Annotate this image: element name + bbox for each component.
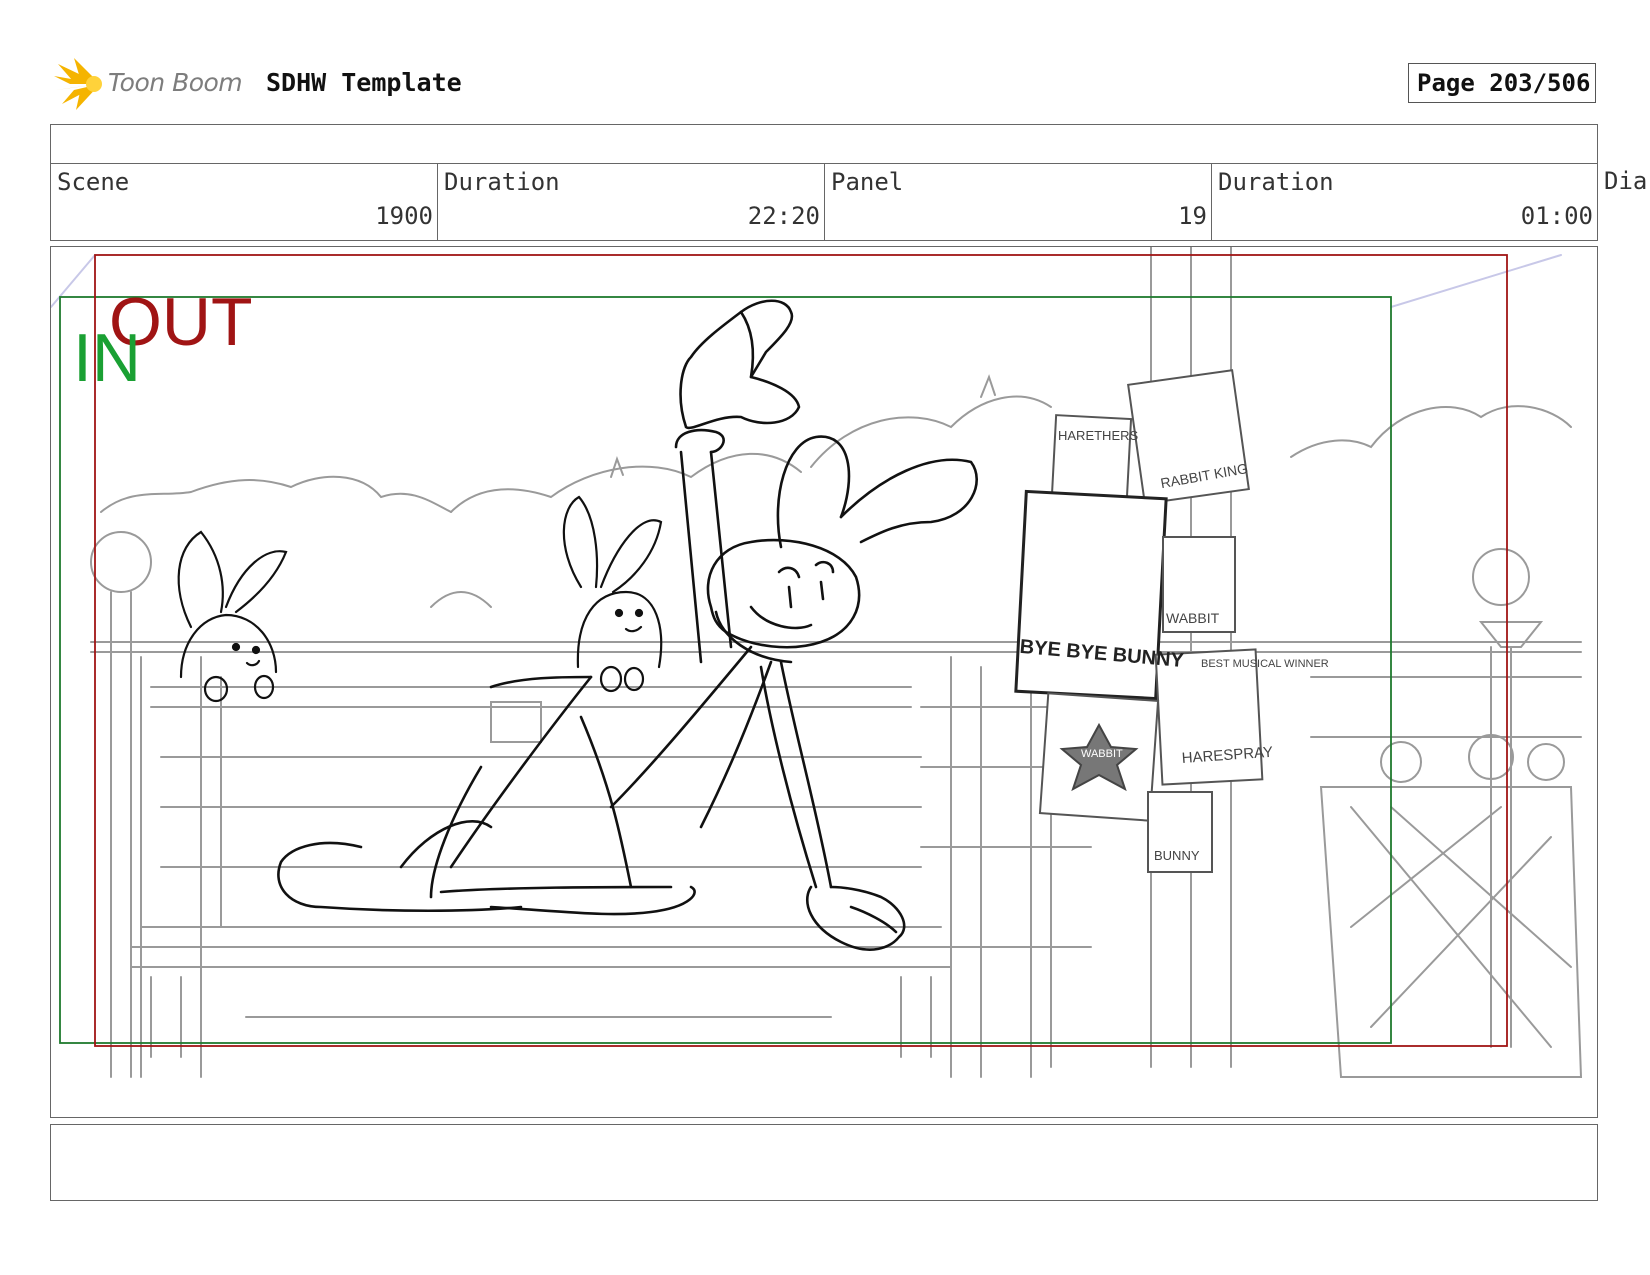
scene-duration-value: 22:20	[747, 202, 820, 230]
page-indicator: Page 203/506	[1408, 63, 1596, 103]
background-sketch	[51, 247, 1583, 1078]
poster-bunny: BUNNY	[1154, 848, 1200, 863]
panel-duration-cell: Duration 01:00	[1211, 163, 1598, 241]
template-title: SDHW Template	[266, 68, 462, 97]
poster-wabbit-star: WABBIT	[1081, 748, 1123, 760]
main-bunny-character	[277, 299, 978, 951]
posters	[1014, 369, 1264, 873]
scene-label: Scene	[57, 168, 130, 196]
in-label: IN	[73, 320, 141, 396]
scene-value: 1900	[375, 202, 433, 230]
storyboard-sketch: HARETHERS RABBIT KING BYE BYE BUNNY WABB…	[51, 247, 1583, 1078]
scene-cell: Scene 1900	[50, 163, 438, 241]
dialogue-cell: Dia	[1598, 163, 1650, 241]
panel-image: HARETHERS RABBIT KING BYE BYE BUNNY WABB…	[50, 246, 1598, 1118]
brand-name: Toon Boom	[108, 68, 243, 97]
poster-harethers: HARETHERS	[1058, 428, 1139, 443]
scene-duration-label: Duration	[444, 168, 560, 196]
storyboard-header: Toon Boom SDHW Template	[52, 56, 1602, 112]
poster-best-musical: BEST MUSICAL WINNER	[1201, 658, 1329, 670]
background-bunnies	[177, 495, 663, 703]
dialogue-label: Dia	[1604, 167, 1648, 195]
toon-boom-logo-icon	[54, 58, 102, 110]
dialogue-notes-box	[50, 1124, 1598, 1201]
poster-wabbit: WABBIT	[1166, 610, 1220, 626]
sequence-bar	[50, 124, 1598, 164]
panel-label: Panel	[831, 168, 904, 196]
panel-cell: Panel 19	[824, 163, 1212, 241]
panel-info-row: Scene 1900 Duration 22:20 Panel 19 Durat…	[50, 163, 1650, 241]
scene-duration-cell: Duration 22:20	[437, 163, 825, 241]
panel-value: 19	[1178, 202, 1207, 230]
panel-duration-label: Duration	[1218, 168, 1334, 196]
panel-duration-value: 01:00	[1520, 202, 1593, 230]
